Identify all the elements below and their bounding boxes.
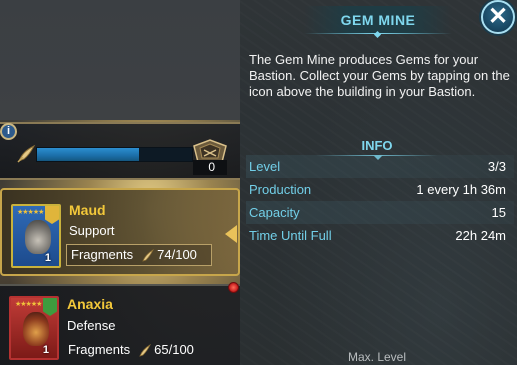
- info-section-header: INFO: [316, 138, 438, 160]
- champion-level: 1: [44, 252, 51, 264]
- stat-value: 22h 24m: [455, 228, 506, 243]
- close-button[interactable]: ✕: [481, 0, 515, 34]
- info-icon[interactable]: i: [0, 123, 17, 140]
- champion-card-maud[interactable]: ★★★★★ 1 Maud Support Fragments 74/100: [0, 188, 240, 276]
- stat-label: Level: [249, 159, 281, 174]
- champion-name: Maud: [69, 202, 106, 218]
- stat-value: 1 every 1h 36m: [416, 182, 506, 197]
- champion-card-anaxia[interactable]: ★★★★★ 1 Anaxia Defense Fragments 65/100: [0, 284, 240, 365]
- champion-level: 1: [42, 344, 49, 356]
- resource-progress-bar: [36, 147, 193, 162]
- stat-label: Time Until Full: [249, 228, 332, 243]
- fragments-value: 74/100: [157, 247, 197, 262]
- stat-row-level: Level 3/3: [246, 155, 514, 178]
- champion-role: Defense: [67, 318, 116, 333]
- star-rating: ★★★★★: [17, 209, 44, 216]
- support-role-icon: [45, 206, 59, 224]
- building-description: The Gem Mine produces Gems for your Bast…: [249, 52, 510, 99]
- stat-row-capacity: Capacity 15: [246, 201, 514, 224]
- champion-role: Support: [69, 223, 115, 238]
- champion-portrait: ★★★★★ 1: [11, 204, 61, 268]
- fragments-row: Fragments 74/100: [66, 244, 212, 266]
- defense-role-icon: [43, 298, 57, 316]
- stat-value: 3/3: [487, 159, 506, 174]
- fragment-icon: [142, 248, 155, 262]
- fragment-icon: [139, 343, 152, 357]
- champion-face: [25, 220, 51, 254]
- panel-title: GEM MINE: [304, 6, 452, 34]
- fragments-value: 65/100: [154, 342, 194, 357]
- max-level-label: Max. Level: [347, 350, 407, 364]
- close-icon: ✕: [487, 3, 509, 30]
- fragments-label: Fragments: [68, 342, 131, 357]
- notification-dot-icon: [228, 282, 239, 293]
- stat-value: 15: [491, 205, 506, 220]
- champion-portrait: ★★★★★ 1: [9, 296, 59, 360]
- stat-label: Capacity: [249, 205, 300, 220]
- star-rating: ★★★★★: [15, 301, 42, 308]
- champion-face: [23, 312, 49, 346]
- sky-area: [0, 0, 240, 120]
- stat-label: Production: [249, 182, 312, 197]
- resource-count: 0: [193, 160, 227, 175]
- fragment-icon: [17, 144, 36, 163]
- stat-row-production: Production 1 every 1h 36m: [246, 178, 514, 201]
- fragments-row: Fragments 65/100: [64, 340, 210, 362]
- stat-row-time-until-full: Time Until Full 22h 24m: [246, 224, 514, 247]
- fragments-label: Fragments: [71, 247, 134, 262]
- resource-progress-fill: [37, 148, 140, 161]
- champion-name: Anaxia: [67, 296, 113, 312]
